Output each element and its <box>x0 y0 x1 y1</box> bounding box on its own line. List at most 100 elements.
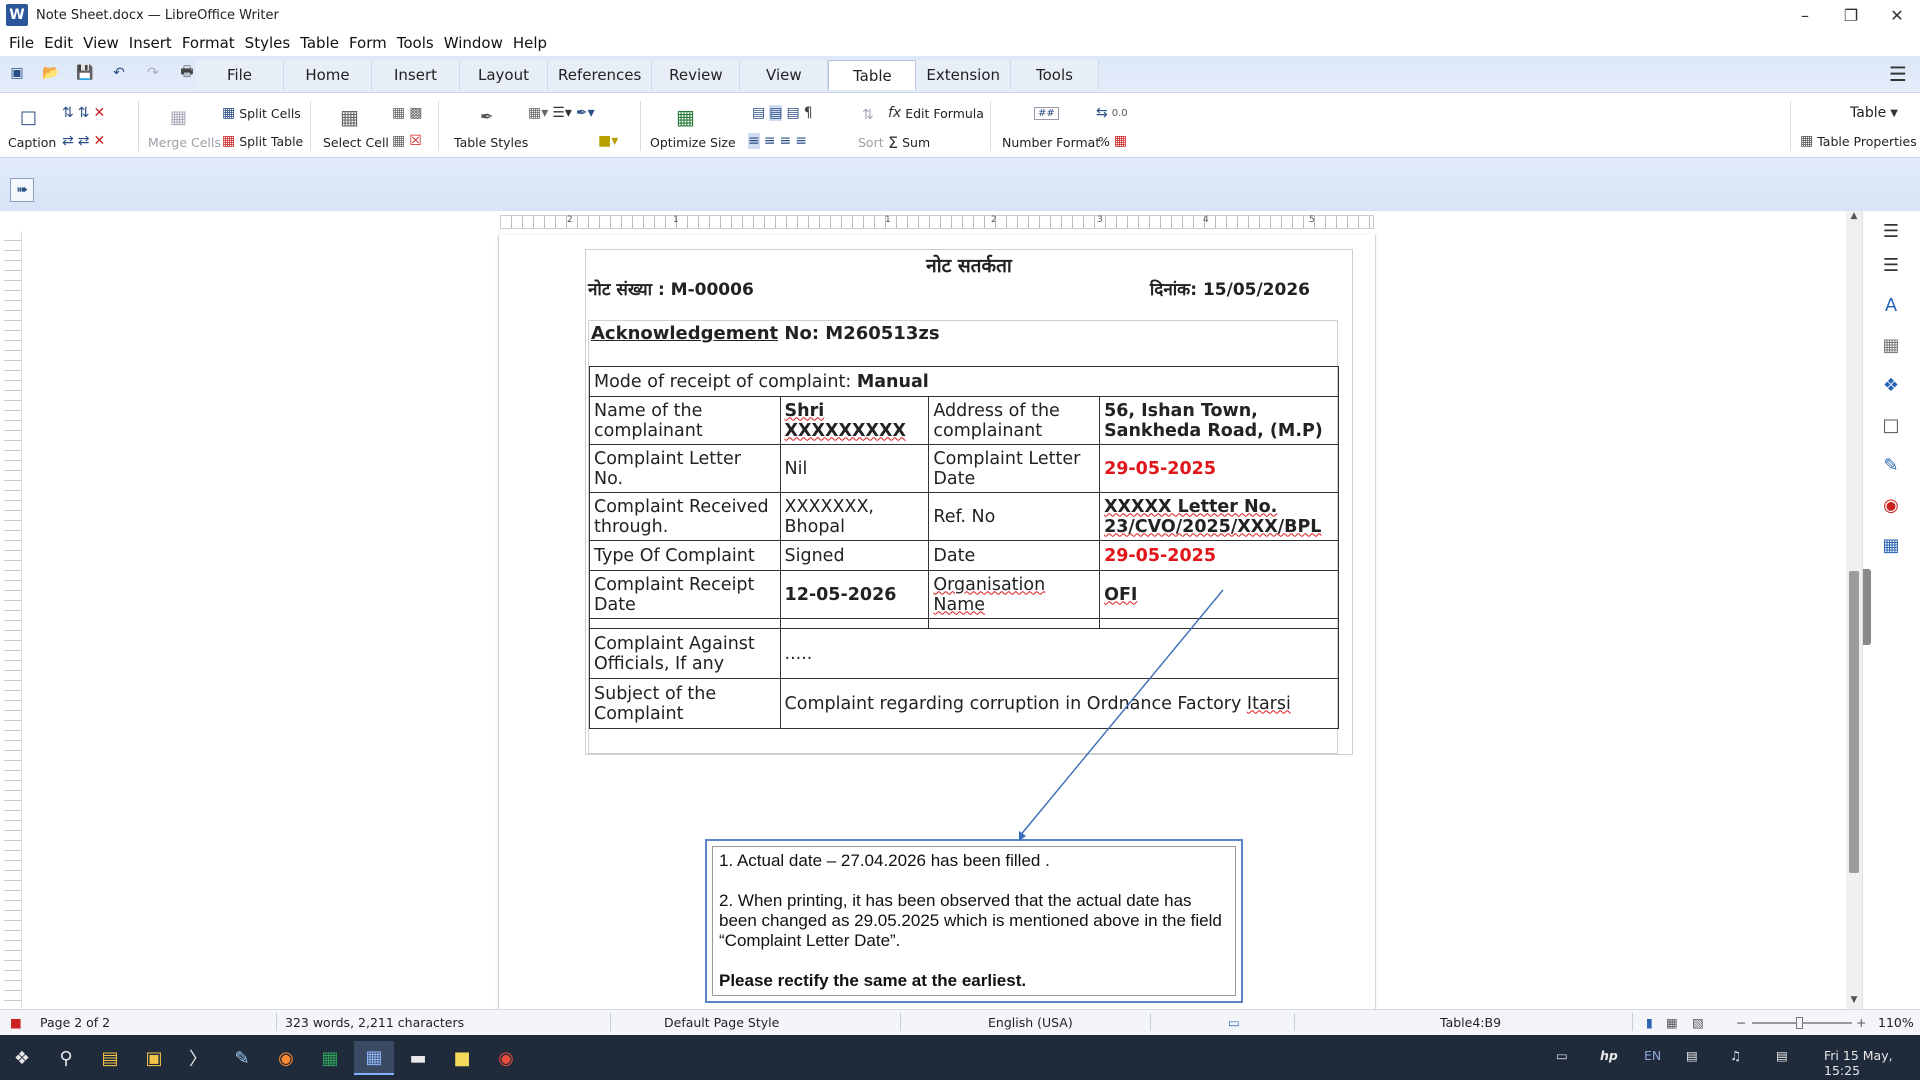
text-align-icons[interactable]: ≡ ≡ ≡ ≡ <box>748 133 807 149</box>
date-label-cell[interactable]: Date <box>928 540 1101 571</box>
letter-no-value-cell[interactable]: Nil <box>779 444 930 493</box>
document-modified-icon[interactable]: ■ <box>10 1015 22 1030</box>
address-value-cell[interactable]: 56, Ishan Town, Sankheda Road, (M.P) <box>1099 396 1339 445</box>
menu-form[interactable]: Form <box>344 34 392 52</box>
insert-rows-icon[interactable]: ⇅ ⇅ ✕ <box>62 105 105 121</box>
table-properties-button[interactable]: ▦ Table Properties <box>1800 133 1917 149</box>
menu-table[interactable]: Table <box>295 34 344 52</box>
single-page-view-icon[interactable]: ▮ <box>1646 1015 1653 1030</box>
name-label-cell[interactable]: Name of the complainant <box>589 396 781 445</box>
document-page[interactable]: नोट सतर्कता नोट संख्या : M-00006 दिनांक:… <box>498 235 1376 1009</box>
name-value-cell[interactable]: Shri XXXXXXXXX <box>779 396 930 445</box>
organisation-value-cell[interactable]: OFI <box>1099 570 1339 619</box>
writer-taskbar-icon[interactable]: ▦ <box>354 1041 394 1075</box>
tab-tools[interactable]: Tools <box>1011 60 1099 90</box>
tab-layout[interactable]: Layout <box>460 60 548 90</box>
word-count[interactable]: 323 words, 2,211 characters <box>285 1015 464 1030</box>
restore-icon[interactable]: ❐ <box>1828 0 1874 30</box>
optimize-size-icon[interactable]: ▦ <box>676 105 695 129</box>
empty-cell[interactable] <box>928 618 1101 629</box>
tab-table[interactable]: Table <box>828 60 917 90</box>
terminal-icon[interactable]: 〉 <box>178 1041 218 1075</box>
page-icon[interactable]: □ <box>1877 411 1905 439</box>
volume-icon[interactable]: ♫ <box>1730 1048 1741 1063</box>
number-format-button[interactable]: Number Format <box>1002 135 1100 150</box>
caption-button[interactable]: Caption <box>8 135 56 150</box>
split-cells-button[interactable]: ▦ Split Cells <box>222 105 301 121</box>
empty-cell[interactable] <box>779 618 930 629</box>
menu-window[interactable]: Window <box>439 34 508 52</box>
type-label-cell[interactable]: Type Of Complaint <box>589 540 781 571</box>
scroll-up-icon[interactable]: ▲ <box>1846 211 1862 225</box>
edit-formula-button[interactable]: fx Edit Formula <box>888 105 984 121</box>
comment-callout-box[interactable]: 1. Actual date – 27.04.2026 has been fil… <box>705 839 1243 1003</box>
number-format-icon[interactable]: ## <box>1034 107 1059 120</box>
scroll-down-icon[interactable]: ▼ <box>1846 995 1862 1009</box>
letter-no-label-cell[interactable]: Complaint Letter No. <box>589 444 781 493</box>
input-language[interactable]: EN <box>1644 1048 1661 1063</box>
ref-no-value-cell[interactable]: XXXXX Letter No. 23/CVO/2025/XXX/BPL <box>1099 492 1339 541</box>
menu-styles[interactable]: Styles <box>240 34 296 52</box>
styles-icon[interactable]: A <box>1877 291 1905 319</box>
selection-mode-icon[interactable]: ▭ <box>1228 1015 1240 1030</box>
zoom-slider-thumb[interactable] <box>1796 1017 1803 1029</box>
hp-icon[interactable]: hp <box>1600 1048 1618 1063</box>
address-label-cell[interactable]: Address of the complainant <box>928 396 1101 445</box>
zoom-in-icon[interactable]: + <box>1856 1015 1866 1030</box>
clock[interactable]: Fri 15 May, 15:25 <box>1824 1048 1920 1078</box>
vertical-align-icons[interactable]: ▤ ▤ ▤ ¶ <box>752 105 813 121</box>
properties-icon[interactable]: ☰ <box>1877 251 1905 279</box>
borders-icons[interactable]: ▦▾ ☰▾ ✒▾ <box>528 105 595 121</box>
insert-columns-icon[interactable]: ⇄ ⇄ ✕ <box>62 133 105 149</box>
tab-insert[interactable]: Insert <box>372 60 460 90</box>
multi-page-view-icon[interactable]: ▦ <box>1666 1015 1678 1030</box>
receipt-date-value-cell[interactable]: 12-05-2026 <box>779 570 930 619</box>
letter-date-label-cell[interactable]: Complaint Letter Date <box>928 444 1101 493</box>
menu-tools[interactable]: Tools <box>392 34 439 52</box>
folder-icon[interactable]: ▣ <box>134 1041 174 1075</box>
sidebar-collapse-grip[interactable] <box>1863 569 1871 645</box>
sticky-notes-icon[interactable]: ■ <box>442 1041 482 1075</box>
calc-icon[interactable]: ▦ <box>310 1041 350 1075</box>
menu-file[interactable]: File <box>4 34 39 52</box>
sidebar-menu-icon[interactable]: ☰ <box>1877 217 1905 245</box>
decimal-format-button[interactable]: ⇆ 0.0 <box>1096 105 1128 121</box>
style-inspector-icon[interactable]: ✎ <box>1877 451 1905 479</box>
menu-edit[interactable]: Edit <box>39 34 78 52</box>
redo-icon[interactable]: ↷ <box>138 61 168 85</box>
letter-date-value-cell[interactable]: 29-05-2025 <box>1099 444 1339 493</box>
table-styles-button[interactable]: Table Styles <box>454 135 528 150</box>
vertical-scrollbar[interactable]: ▲ ▼ <box>1846 211 1862 1009</box>
split-table-button[interactable]: ▦ Split Table <box>222 133 303 149</box>
select-cell-icon[interactable]: ▦ <box>340 105 359 129</box>
type-value-cell[interactable]: Signed <box>779 540 930 571</box>
chrome-icon[interactable]: ◉ <box>486 1041 526 1075</box>
empty-cell[interactable] <box>1099 618 1339 629</box>
network-icon[interactable]: ▤ <box>1686 1048 1698 1063</box>
table-dropdown[interactable]: Table ▼ <box>1850 105 1898 121</box>
search-icon[interactable]: ⚲ <box>46 1041 86 1075</box>
organisation-label-cell[interactable]: Organisation Name <box>928 570 1101 619</box>
mode-of-receipt-cell[interactable]: Mode of receipt of complaint: Manual <box>589 366 1339 397</box>
notifications-icon[interactable]: ▤ <box>1776 1048 1788 1063</box>
menu-insert[interactable]: Insert <box>124 34 177 52</box>
empty-cell[interactable] <box>589 618 781 629</box>
navigator-sidebar-icon[interactable]: ❖ <box>1877 371 1905 399</box>
scrollbar-thumb[interactable] <box>1849 571 1859 873</box>
tab-extension[interactable]: Extension <box>916 60 1011 90</box>
against-officials-value-cell[interactable]: ..... <box>779 628 1340 679</box>
subject-value-cell[interactable]: Complaint regarding corruption in Ordnan… <box>779 678 1340 729</box>
file-explorer-icon[interactable]: ▤ <box>90 1041 130 1075</box>
tab-view[interactable]: View <box>740 60 829 90</box>
date-value-cell[interactable]: 29-05-2025 <box>1099 540 1339 571</box>
optimize-size-button[interactable]: Optimize Size <box>650 135 736 150</box>
cell-background-icon[interactable]: ■▾ <box>598 133 618 149</box>
gallery-icon[interactable]: ▦ <box>1877 331 1905 359</box>
undo-icon[interactable]: ↶ <box>104 61 134 85</box>
open-folder-icon[interactable]: 📂 <box>36 61 66 85</box>
received-through-value-cell[interactable]: XXXXXXX, Bhopal <box>779 492 930 541</box>
select-cell-button[interactable]: Select Cell <box>323 135 389 150</box>
subject-label-cell[interactable]: Subject of the Complaint <box>589 678 781 729</box>
ref-no-label-cell[interactable]: Ref. No <box>928 492 1101 541</box>
table-styles-icon[interactable]: ✒ <box>480 107 493 126</box>
